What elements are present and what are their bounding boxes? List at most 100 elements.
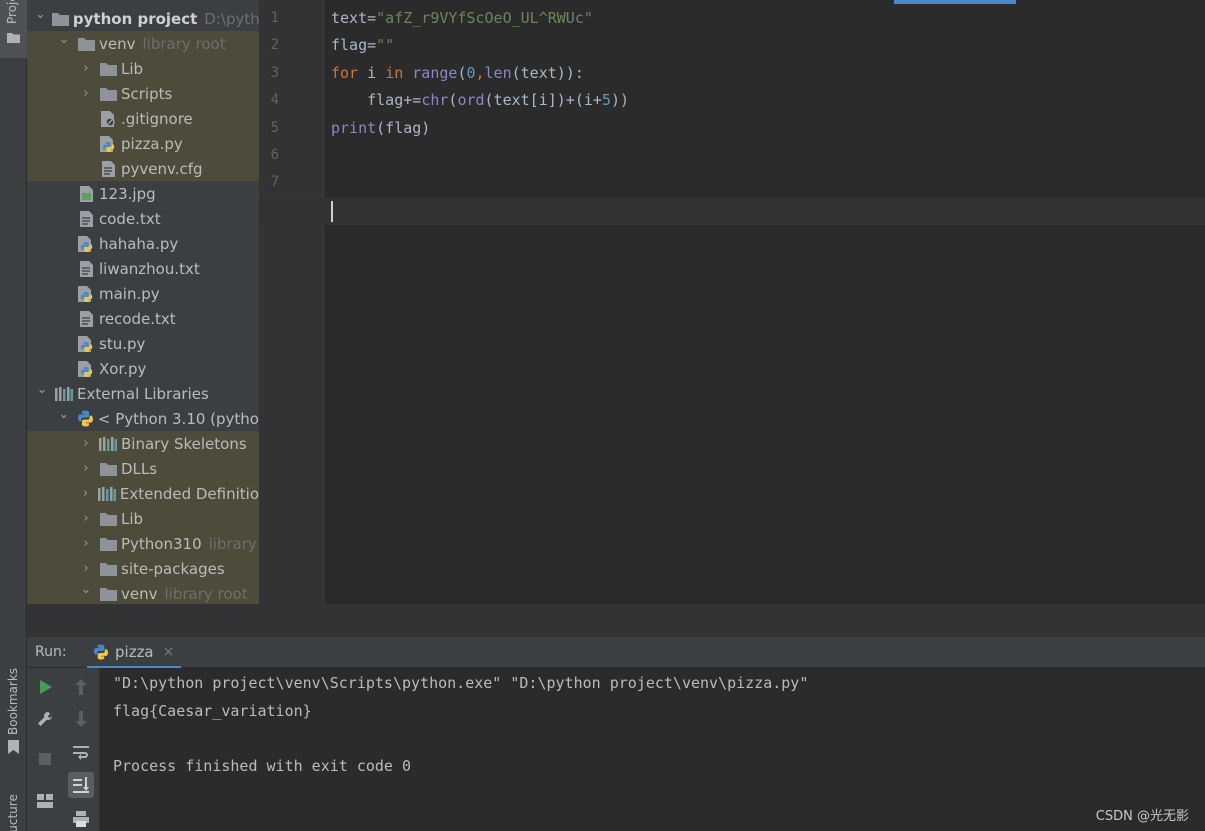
layout-button[interactable] xyxy=(32,788,58,814)
chevron-down-icon[interactable]: ⌄ xyxy=(35,382,49,397)
chevron-right-icon[interactable]: › xyxy=(79,511,93,526)
tree-item-label: Lib xyxy=(121,59,144,78)
print-icon xyxy=(73,811,89,827)
tree-item[interactable]: ›hahaha.py xyxy=(27,231,259,256)
tree-item-hint: library xyxy=(208,534,257,553)
library-icon xyxy=(55,385,73,403)
text-file-icon xyxy=(77,310,95,328)
tree-item[interactable]: ›123.jpg xyxy=(27,181,259,206)
chevron-right-icon[interactable]: › xyxy=(79,486,92,501)
chevron-down-icon[interactable]: ⌄ xyxy=(79,582,93,597)
python-file-icon xyxy=(77,335,95,353)
tree-item[interactable]: ›code.txt xyxy=(27,206,259,231)
tree-item[interactable]: ⌄ External Libraries xyxy=(27,381,259,406)
tree-item[interactable]: ⌄ < Python 3.10 (pytho xyxy=(27,406,259,431)
structure-tool-tab[interactable]: Structure xyxy=(0,770,27,831)
text-caret xyxy=(331,201,333,222)
console-line: "D:\python project\venv\Scripts\python.e… xyxy=(113,674,809,692)
chevron-down-icon[interactable]: ⌄ xyxy=(57,32,71,47)
library-icon xyxy=(99,435,117,453)
chevron-right-icon[interactable]: › xyxy=(79,461,93,476)
chevron-down-icon[interactable]: ⌄ xyxy=(57,407,71,422)
soft-wrap-button[interactable] xyxy=(68,740,94,766)
tree-item[interactable]: ›.gitignore xyxy=(27,106,259,131)
console-line: flag{Caesar_variation} xyxy=(113,701,312,720)
scroll-up-button[interactable] xyxy=(68,674,94,700)
scroll-to-end-button[interactable] xyxy=(68,772,94,798)
folder-icon xyxy=(99,560,117,578)
run-toolbar-primary xyxy=(27,668,63,831)
close-icon[interactable]: × xyxy=(163,644,175,660)
chevron-right-icon[interactable]: › xyxy=(79,536,93,551)
scroll-down-button[interactable] xyxy=(68,706,94,732)
code-line: print(flag) xyxy=(331,118,431,137)
chevron-right-icon[interactable]: › xyxy=(79,561,93,576)
tree-item[interactable]: › Extended Definitio xyxy=(27,481,259,506)
tree-item[interactable]: ⌄ python project D:\pytho xyxy=(27,6,259,31)
tree-item[interactable]: › Binary Skeletons xyxy=(27,431,259,456)
structure-tool-label: Structure xyxy=(6,794,20,831)
line-number: 4 xyxy=(270,92,279,109)
print-button[interactable] xyxy=(68,806,94,831)
tree-item-label: .gitignore xyxy=(121,109,193,128)
text-file-icon xyxy=(99,160,117,178)
settings-button[interactable] xyxy=(32,706,58,732)
tree-item-label: Python310 xyxy=(121,534,202,553)
chevron-right-icon[interactable]: › xyxy=(79,61,93,76)
arrow-up-icon xyxy=(75,679,87,695)
code-line: flag="" xyxy=(331,36,395,55)
tree-item[interactable]: ⌄ venv library root xyxy=(27,581,259,606)
tree-item[interactable]: › Lib xyxy=(27,506,259,531)
line-number: 1 xyxy=(270,10,279,26)
folder-icon xyxy=(99,585,117,603)
run-label: Run: xyxy=(35,644,67,660)
run-tab-pizza[interactable]: pizza × xyxy=(87,637,181,669)
stop-button[interactable] xyxy=(32,746,58,772)
tree-item[interactable]: › DLLs xyxy=(27,456,259,481)
chevron-right-icon[interactable]: › xyxy=(79,86,93,101)
tree-item[interactable]: ›Xor.py xyxy=(27,356,259,381)
project-tool-tab[interactable]: Project xyxy=(0,0,27,58)
tree-item-label: Extended Definitio xyxy=(119,484,259,503)
folder-icon xyxy=(7,33,20,43)
chevron-down-icon[interactable]: ⌄ xyxy=(35,7,46,22)
tree-item[interactable]: ⌄ venv library root xyxy=(27,31,259,56)
chevron-right-icon[interactable]: › xyxy=(79,436,93,451)
python-logo-icon xyxy=(94,644,108,659)
tree-item[interactable]: ›recode.txt xyxy=(27,306,259,331)
folder-icon xyxy=(77,35,95,53)
bookmark-icon xyxy=(8,740,19,754)
library-icon xyxy=(97,485,116,503)
soft-wrap-icon xyxy=(73,746,89,760)
bookmarks-tool-tab[interactable]: Bookmarks xyxy=(0,660,27,760)
tree-item[interactable]: ›pyvenv.cfg xyxy=(27,156,259,181)
wrench-icon xyxy=(38,712,52,726)
python-file-icon xyxy=(77,235,95,253)
run-console[interactable]: "D:\python project\venv\Scripts\python.e… xyxy=(100,668,1205,831)
folder-icon xyxy=(99,60,117,78)
tree-item-label: Binary Skeletons xyxy=(121,434,247,453)
tree-item[interactable]: ›main.py xyxy=(27,281,259,306)
watermark: CSDN @光无影 xyxy=(1095,809,1189,824)
tree-item[interactable]: ›liwanzhou.txt xyxy=(27,256,259,281)
tree-item[interactable]: ›stu.py xyxy=(27,331,259,356)
bookmarks-tool-label: Bookmarks xyxy=(6,667,20,735)
tree-item-label: venv xyxy=(121,584,158,603)
scroll-to-end-icon xyxy=(73,777,89,793)
tree-item[interactable]: › site-packages xyxy=(27,556,259,581)
text-file-icon xyxy=(77,210,95,228)
tree-item[interactable]: ›pizza.py xyxy=(27,131,259,156)
rerun-button[interactable] xyxy=(32,674,58,700)
python-file-icon xyxy=(99,135,117,153)
code-line: text="afZ_r9VYfScOeO_UL^RWUc" xyxy=(331,9,593,27)
panel-divider[interactable] xyxy=(27,604,1205,636)
tree-item-label: python project xyxy=(72,9,198,28)
tree-item[interactable]: › Python310 library xyxy=(27,531,259,556)
line-number: 3 xyxy=(270,64,279,81)
tree-item[interactable]: › Scripts xyxy=(27,81,259,106)
line-number: 5 xyxy=(270,119,279,136)
tree-item[interactable]: › Lib xyxy=(27,56,259,81)
folder-icon xyxy=(99,535,117,553)
image-file-icon xyxy=(77,185,95,203)
python-file-icon xyxy=(77,360,95,378)
